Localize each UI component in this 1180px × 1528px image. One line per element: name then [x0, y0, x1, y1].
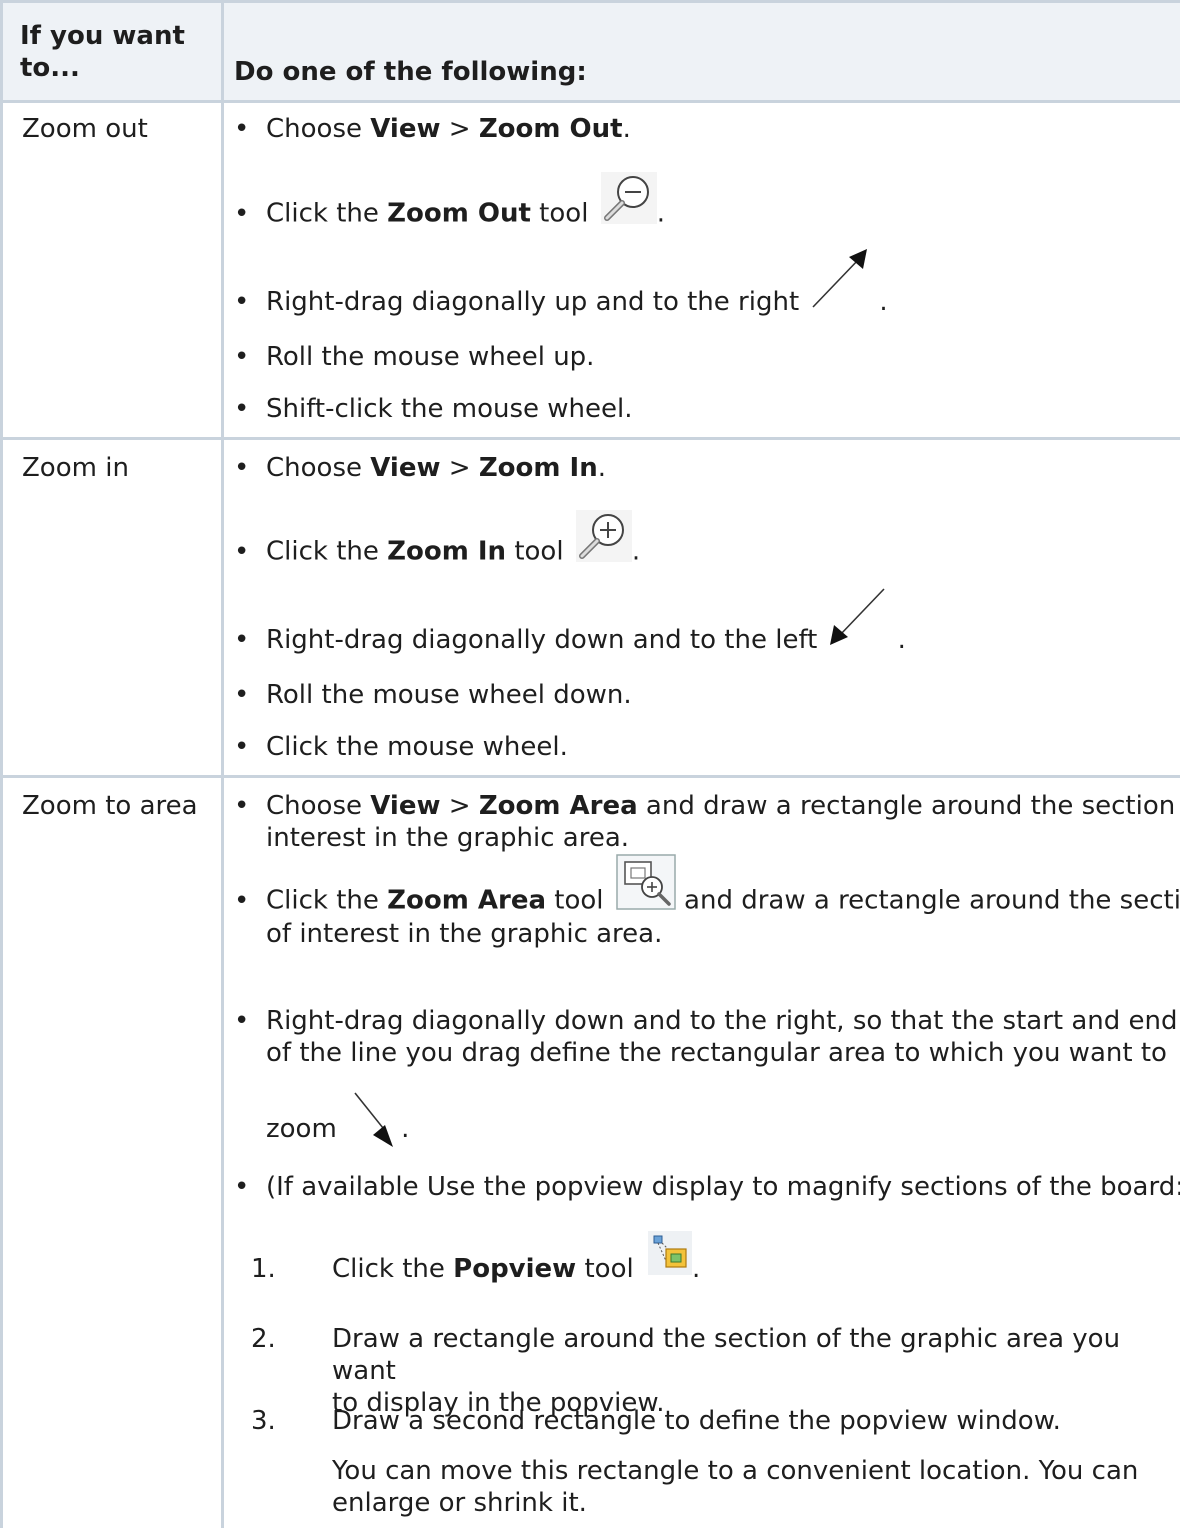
column-divider [221, 0, 224, 1528]
row-label-zoom-in: Zoom in [22, 453, 129, 483]
list-item: • Choose View > Zoom Area and draw a rect… [234, 791, 1180, 853]
popview-icon[interactable] [647, 1230, 692, 1283]
header-col-want: If you want to... [20, 21, 185, 83]
list-item: • (If available Use the popview display t… [234, 1172, 1180, 1202]
list-item: • Choose View > Zoom In. [234, 453, 606, 483]
list-item: • Right-drag diagonally down and to the l… [234, 587, 1180, 657]
row-label-zoom-to-area: Zoom to area [22, 791, 198, 821]
bullet: • [234, 625, 250, 655]
numbered-step: 1. Click the Popview tool . [251, 1230, 1180, 1285]
row-divider [3, 775, 1180, 778]
zoom-options-table: If you want to... Do one of the followin… [0, 0, 1180, 1528]
bullet: • [234, 536, 250, 567]
list-item: • Right-drag diagonally down and to the r… [234, 1006, 1178, 1068]
list-item: • Roll the mouse wheel up. [234, 342, 595, 372]
bullet: • [234, 114, 250, 144]
bullet: • [234, 198, 250, 229]
list-item: • Click the Zoom Out tool . [234, 172, 1180, 232]
zoom-out-icon[interactable] [600, 172, 657, 232]
list-item: • Click the Zoom In tool . [234, 510, 1180, 570]
zoom-area-icon[interactable] [616, 854, 676, 918]
drag-down-right-arrow-icon [351, 1089, 401, 1161]
list-item: • Choose View > Zoom Out. [234, 114, 631, 144]
zoom-in-icon[interactable] [575, 510, 632, 570]
bullet: • [234, 680, 250, 710]
header-col-do: Do one of the following: [234, 57, 587, 87]
bullet: • [234, 342, 250, 372]
list-item-continuation: zoom . [266, 1077, 1180, 1161]
bullet: • [234, 453, 250, 483]
numbered-step: 3. Draw a second rectangle to define the… [251, 1406, 1139, 1518]
list-item: • Roll the mouse wheel down. [234, 680, 632, 710]
bullet: • [234, 791, 250, 821]
bullet: • [234, 732, 250, 762]
bullet: • [234, 394, 250, 424]
list-item: • Click the Zoom Area tool and draw a rec… [234, 854, 1180, 950]
list-item: • Right-drag diagonally up and to the rig… [234, 248, 1180, 319]
bullet: • [234, 1006, 250, 1036]
bullet: • [234, 1172, 250, 1202]
list-item: • Click the mouse wheel. [234, 732, 568, 762]
row-label-zoom-out: Zoom out [22, 114, 148, 144]
row-divider [3, 437, 1180, 440]
table-header: If you want to... Do one of the followin… [3, 0, 1180, 103]
bullet: • [234, 885, 250, 916]
bullet: • [234, 287, 250, 317]
drag-down-left-arrow-icon [828, 585, 888, 657]
drag-up-right-arrow-icon [809, 247, 869, 319]
list-item: • Shift-click the mouse wheel. [234, 394, 633, 424]
